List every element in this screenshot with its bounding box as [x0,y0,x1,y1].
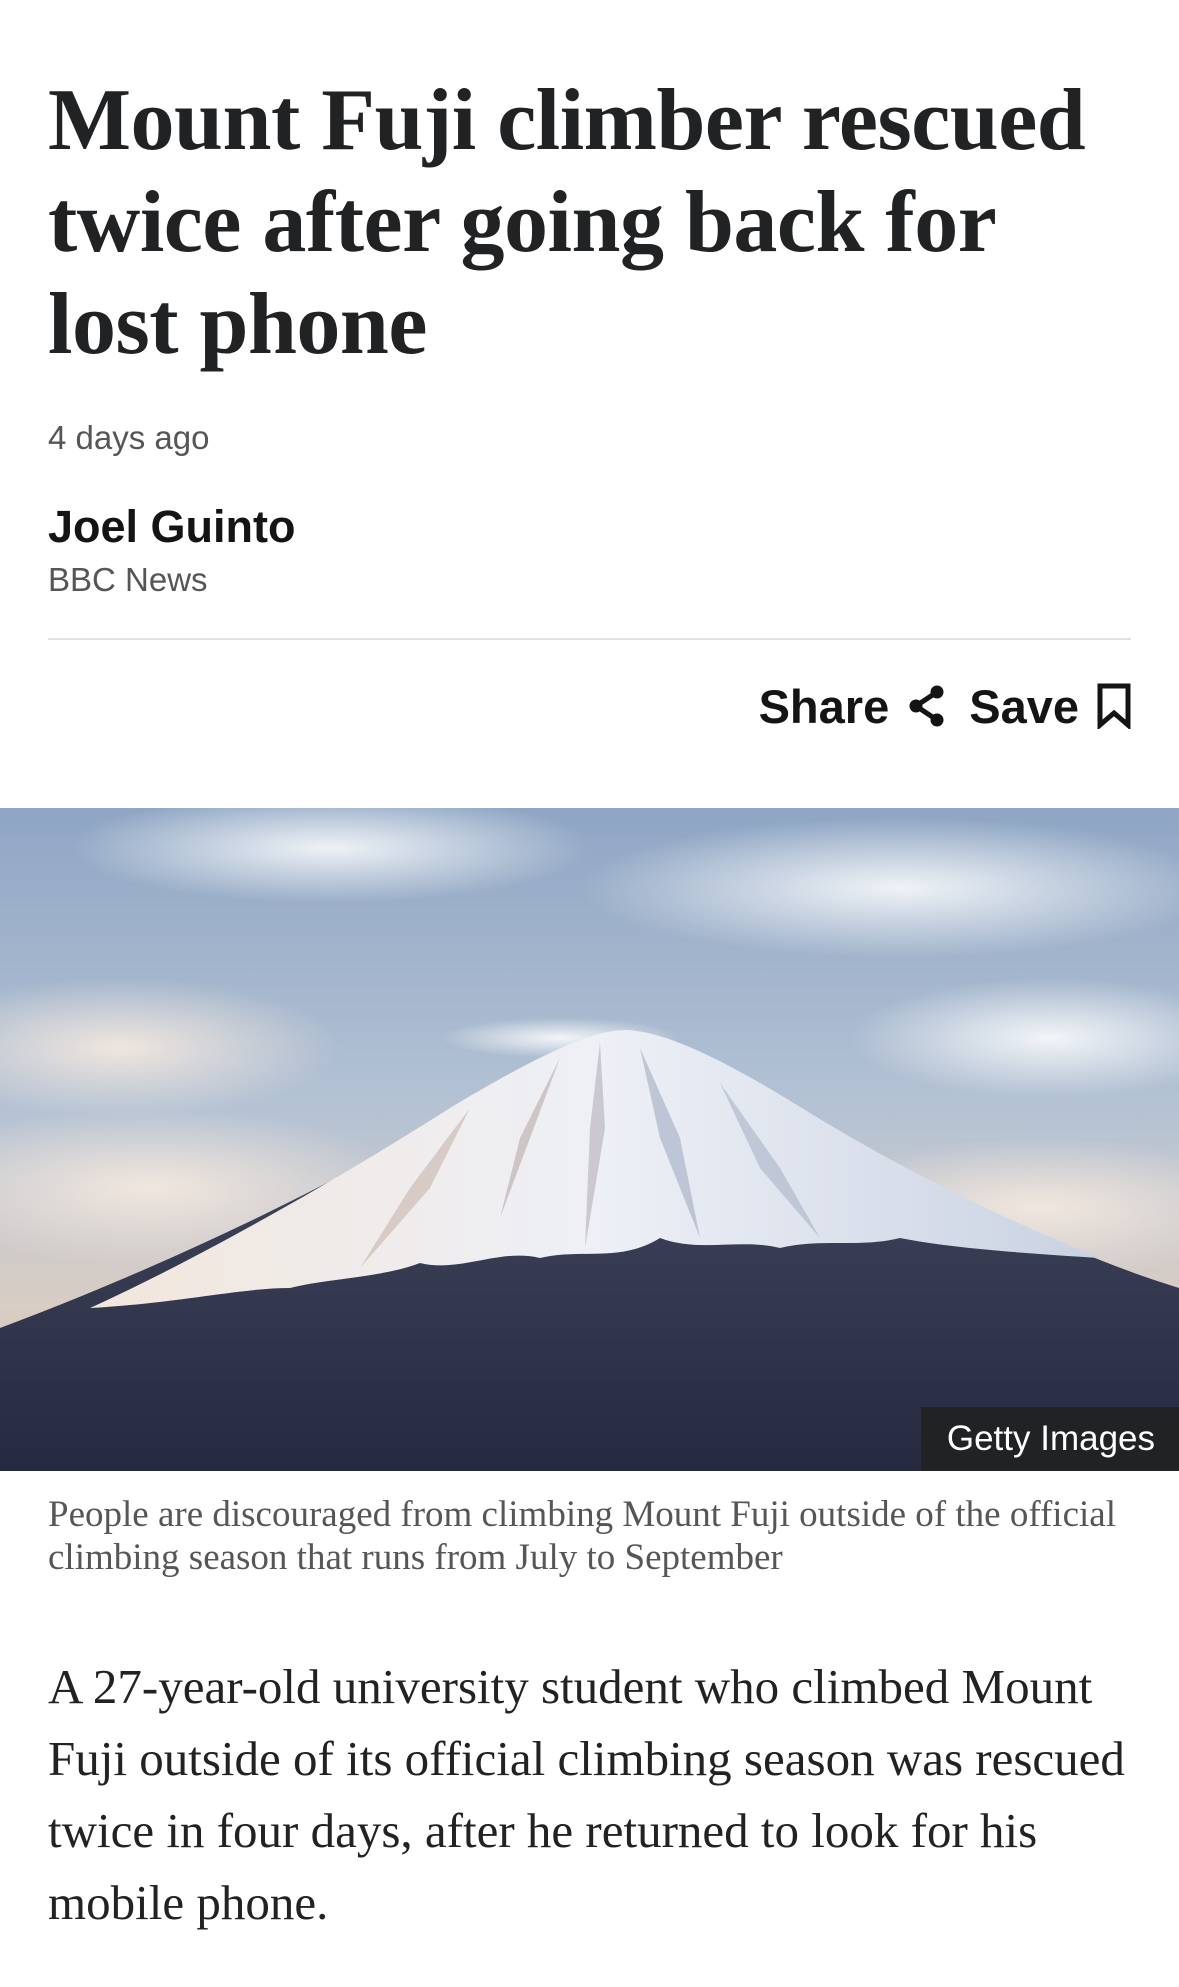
article-headline: Mount Fuji climber rescued twice after g… [48,72,1086,373]
share-button-label: Share [758,679,890,733]
share-icon [907,684,947,728]
byline: Joel Guinto BBC News [48,500,1131,600]
article-actions: Share Save [0,640,1179,772]
article-paragraph: A 27-year-old university student who cli… [48,1659,1125,1930]
hero-image: Getty Images [0,808,1179,1471]
image-credit: Getty Images [920,1407,1179,1471]
author-name[interactable]: Joel Guinto [48,500,1131,554]
bookmark-icon [1097,683,1131,729]
share-button[interactable]: Share [759,679,948,734]
image-caption: People are discouraged from climbing Mou… [48,1494,1116,1578]
author-organization: BBC News [48,561,208,598]
mount-fuji-photo [0,808,1179,1471]
save-button-label: Save [969,679,1079,733]
article-timestamp: 4 days ago [48,419,210,456]
save-button[interactable]: Save [969,679,1131,734]
article-header: Mount Fuji climber rescued twice after g… [0,0,1179,600]
